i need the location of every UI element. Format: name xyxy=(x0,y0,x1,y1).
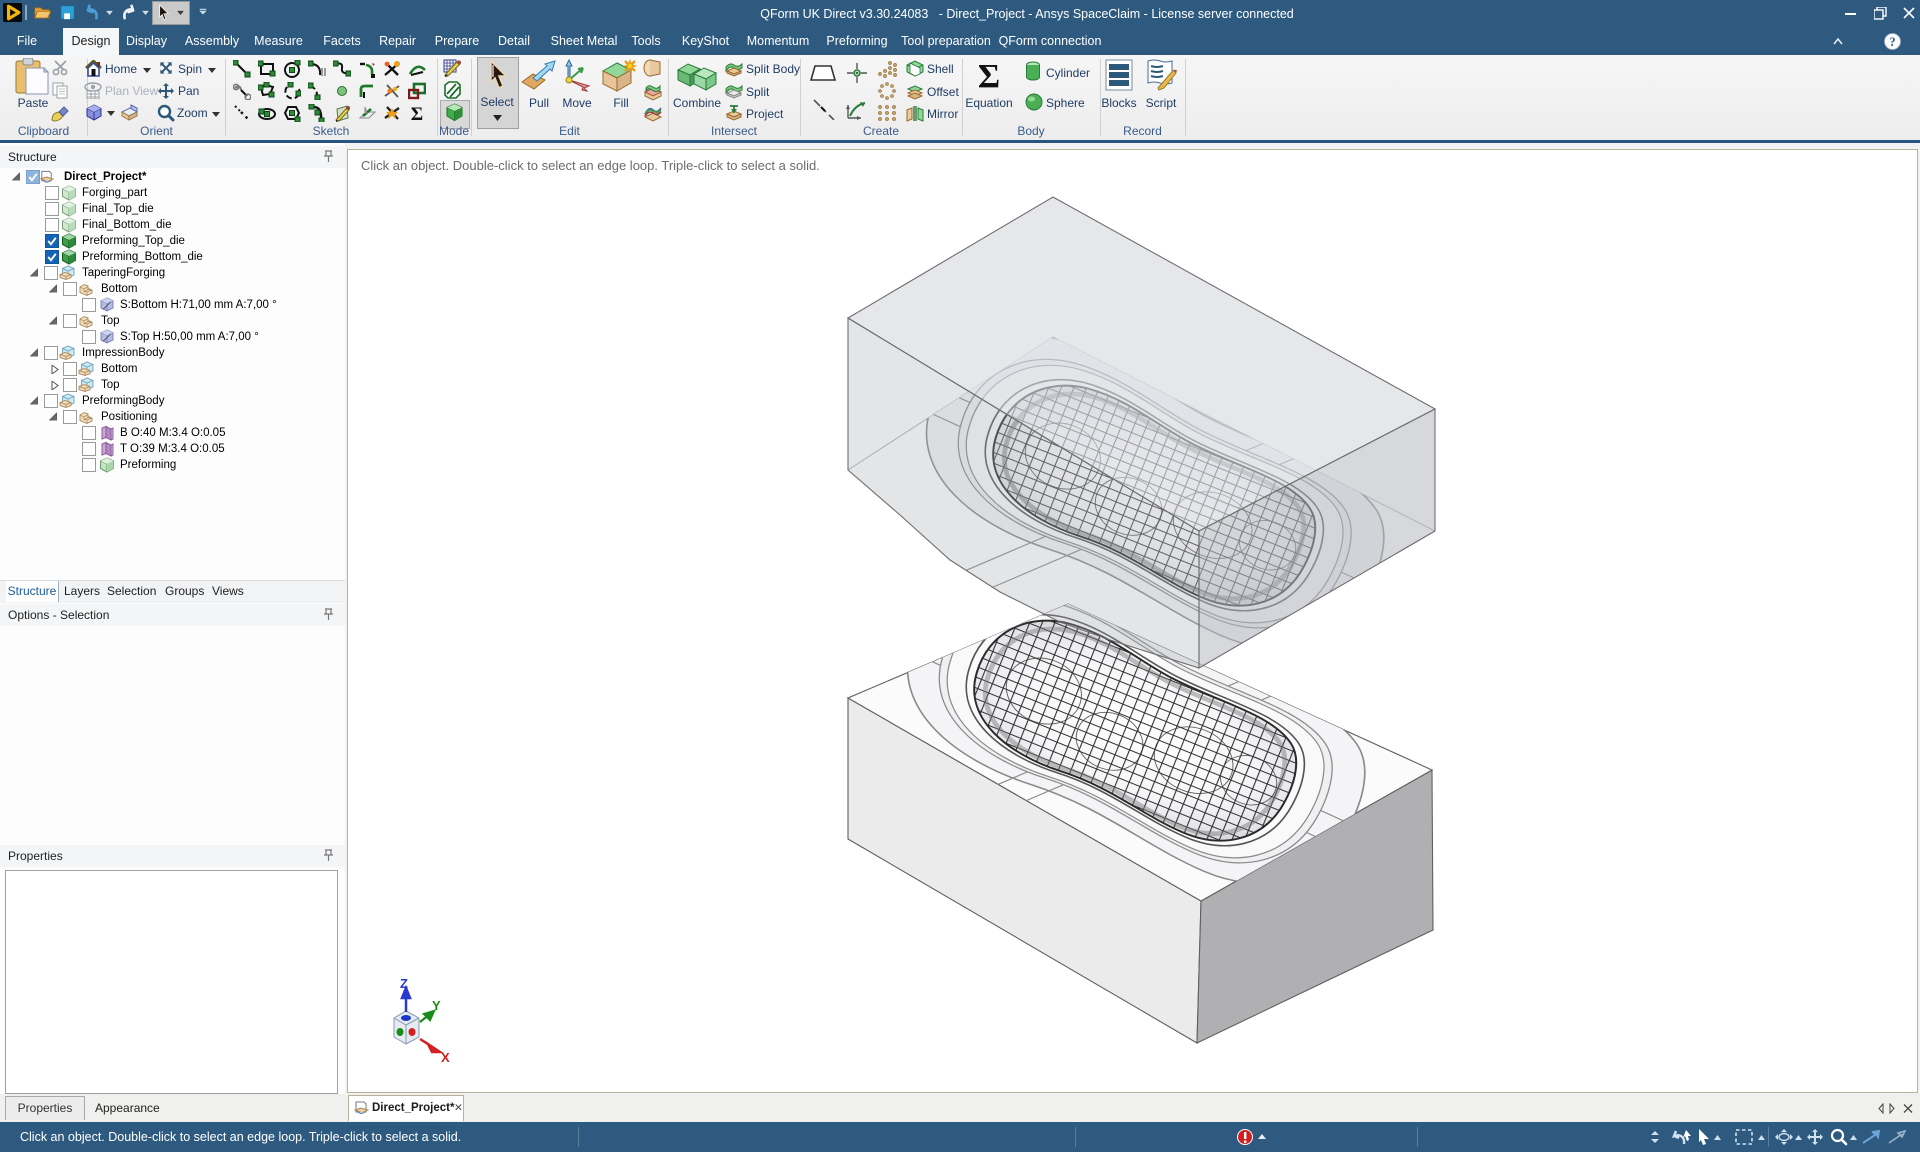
svg-text:?: ? xyxy=(1889,35,1895,49)
svg-text:Y: Y xyxy=(432,998,441,1013)
svg-text:Z: Z xyxy=(400,976,408,991)
svg-text:X: X xyxy=(441,1050,450,1065)
svg-text:Σ: Σ xyxy=(978,58,1000,92)
